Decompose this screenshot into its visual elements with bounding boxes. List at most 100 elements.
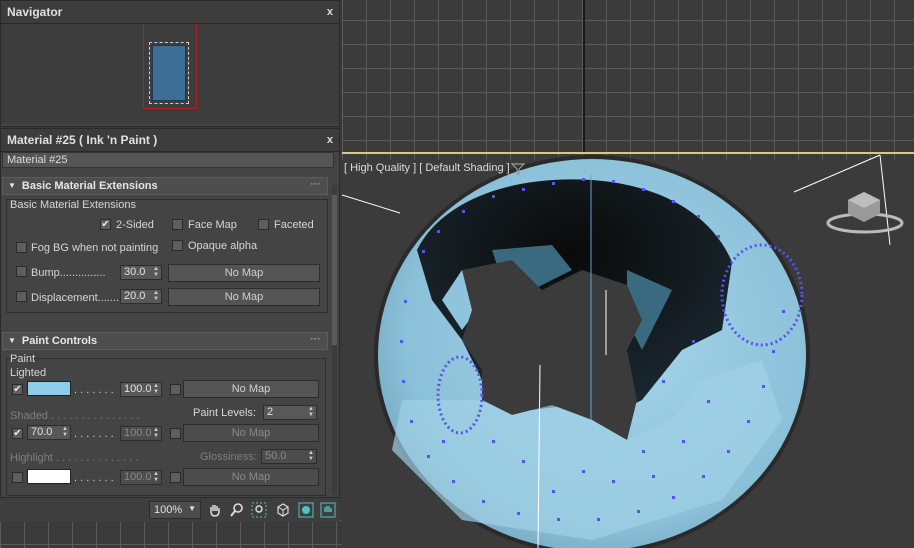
lighted-label: Lighted [10, 367, 47, 379]
spinner-arrows-icon[interactable]: ▲ ▼ [308, 406, 314, 418]
displacement-map-button[interactable]: No Map [168, 288, 320, 306]
lighted-map-checkbox[interactable] [170, 384, 181, 395]
highlight-checkbox[interactable] [12, 472, 23, 483]
zoom-value: 100% [154, 504, 183, 516]
material-icon[interactable] [298, 502, 314, 518]
lighted-value: 100.0 [124, 383, 152, 395]
navigator-toolbar: 100% ▼ [0, 497, 340, 522]
paint-levels-spinner[interactable]: 2 ▲ ▼ [263, 405, 317, 420]
shaded-pct-spinner[interactable]: 70.0 ▲ ▼ [27, 425, 71, 440]
bump-value: 30.0 [124, 266, 146, 278]
dot-leader: . . . . . . . [74, 472, 114, 484]
highlight-color-swatch[interactable] [27, 469, 71, 484]
bump-label: Bump............... [31, 267, 106, 279]
spinner-arrows-icon[interactable]: ▲ ▼ [153, 427, 159, 439]
bump-spinner[interactable]: 30.0 ▲ ▼ [120, 265, 162, 280]
zoom-magnifier-icon[interactable] [229, 502, 245, 518]
material-name-field[interactable]: Material #25 [2, 152, 334, 168]
dot-leader: . . . . . . . [74, 428, 114, 440]
basic-material-extensions-rollout[interactable]: ▼ Basic Material Extensions ▪▪▪ [2, 177, 328, 195]
dot-leader: . . . . . . . [74, 384, 114, 396]
navigator-panel: Navigator x [0, 0, 340, 127]
paint-levels-value: 2 [267, 406, 274, 418]
navigator-node[interactable] [149, 42, 189, 104]
spinner-arrows-icon[interactable]: ▲ ▼ [62, 426, 68, 438]
opaque-alpha-label: Opaque alpha [188, 240, 258, 252]
close-icon[interactable]: x [327, 134, 333, 146]
spinner-arrows-icon[interactable]: ▲ ▼ [153, 471, 159, 483]
material-titlebar[interactable]: Material #25 ( Ink 'n Paint ) x [1, 129, 339, 152]
opaque-alpha-checkbox[interactable] [172, 240, 183, 251]
viewport-label[interactable]: [ High Quality ] [ Default Shading ] [344, 162, 510, 174]
grip-icon: ▪▪▪ [310, 181, 321, 188]
faceted-checkbox[interactable] [258, 219, 269, 230]
lighted-color-swatch[interactable] [27, 381, 71, 396]
shaded-pct-value: 70.0 [31, 426, 53, 438]
two-sided-label: 2-Sided [116, 219, 154, 231]
navigator-titlebar[interactable]: Navigator x [1, 1, 339, 24]
shaded-spinner[interactable]: 100.0 ▲ ▼ [120, 426, 162, 441]
highlight-map-checkbox[interactable] [170, 472, 181, 483]
glossiness-value: 50.0 [265, 450, 287, 462]
paint-levels-label: Paint Levels: [193, 407, 256, 419]
bump-checkbox[interactable] [16, 266, 27, 277]
displacement-label: Displacement....... [31, 292, 120, 304]
zoom-dropdown[interactable]: 100% ▼ [149, 501, 201, 519]
lighted-checkbox[interactable]: ✔ [12, 384, 23, 395]
glossiness-label: Glossiness: [200, 451, 257, 463]
viewcube-gizmo-icon[interactable] [826, 192, 904, 234]
lighted-spinner[interactable]: 100.0 ▲ ▼ [120, 382, 162, 397]
scrollbar-thumb[interactable] [332, 195, 337, 345]
filter-icon[interactable] [511, 163, 525, 175]
rollout-title: Basic Material Extensions [21, 180, 158, 192]
fog-bg-label: Fog BG when not painting [31, 242, 159, 254]
viewport[interactable]: [ High Quality ] [ Default Shading ] [342, 0, 914, 548]
lighted-map-button[interactable]: No Map [183, 380, 319, 398]
bump-map-button[interactable]: No Map [168, 264, 320, 282]
grip-icon: ▪▪▪ [310, 336, 321, 343]
displacement-spinner[interactable]: 20.0 ▲ ▼ [120, 289, 162, 304]
quality-label[interactable]: [ High Quality ] [344, 162, 416, 174]
glossiness-spinner[interactable]: 50.0 ▲ ▼ [261, 449, 317, 464]
group-label: Basic Material Extensions [10, 199, 136, 211]
shaded-label: Shaded . . . . . . . . . . . . . . . [10, 410, 140, 422]
chevron-down-icon: ▼ [188, 504, 196, 513]
highlight-value: 100.0 [124, 471, 152, 483]
navigator-view[interactable] [1, 24, 339, 124]
zoom-region-icon[interactable] [251, 502, 267, 518]
two-sided-checkbox[interactable]: ✔ [100, 219, 111, 230]
spinner-arrows-icon[interactable]: ▲ ▼ [153, 266, 159, 278]
highlight-spinner[interactable]: 100.0 ▲ ▼ [120, 470, 162, 485]
displacement-checkbox[interactable] [16, 291, 27, 302]
shaded-map-button[interactable]: No Map [183, 424, 319, 442]
highlight-map-button[interactable]: No Map [183, 468, 319, 486]
collapse-icon: ▼ [8, 336, 16, 345]
spinner-arrows-icon[interactable]: ▲ ▼ [308, 450, 314, 462]
paint-controls-rollout[interactable]: ▼ Paint Controls ▪▪▪ [2, 332, 328, 350]
spinner-arrows-icon[interactable]: ▲ ▼ [153, 290, 159, 302]
close-icon[interactable]: x [327, 6, 333, 18]
face-map-checkbox[interactable] [172, 219, 183, 230]
face-map-label: Face Map [188, 219, 237, 231]
spinner-arrows-icon[interactable]: ▲ ▼ [153, 383, 159, 395]
material-title: Material #25 ( Ink 'n Paint ) [7, 133, 158, 147]
navigator-title: Navigator [7, 5, 63, 19]
shading-label[interactable]: [ Default Shading ] [419, 162, 510, 174]
hand-tool-icon[interactable] [320, 502, 336, 518]
rollout-title: Paint Controls [21, 335, 98, 347]
panel-scrollbar[interactable] [332, 185, 337, 495]
shaded-checkbox[interactable]: ✔ [12, 428, 23, 439]
viewport-scene[interactable] [342, 0, 914, 548]
shaded-value: 100.0 [124, 427, 152, 439]
view-cube-icon[interactable] [275, 502, 291, 518]
fog-bg-checkbox[interactable] [16, 242, 27, 253]
edge-line [342, 194, 401, 214]
displacement-value: 20.0 [124, 290, 146, 302]
viewport-grid-bottom [0, 520, 342, 548]
shaded-map-checkbox[interactable] [170, 428, 181, 439]
pan-hand-icon[interactable] [207, 502, 223, 518]
highlight-label: Highlight . . . . . . . . . . . . . . [10, 452, 139, 464]
paint-group-label: Paint [10, 353, 36, 365]
collapse-icon: ▼ [8, 181, 16, 190]
faceted-label: Faceted [274, 219, 314, 231]
